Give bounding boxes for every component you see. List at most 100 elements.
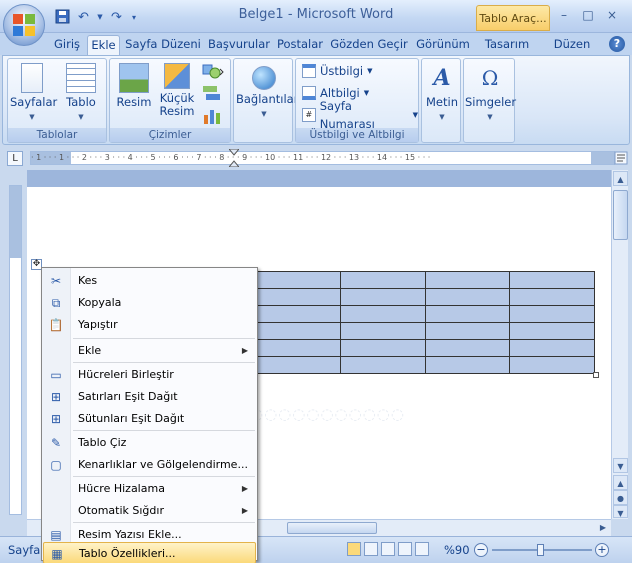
clipart-button[interactable]: Küçük Resim	[156, 63, 198, 118]
zoom-in-button[interactable]: +	[595, 543, 609, 557]
tab-tasarim[interactable]: Tasarım	[478, 35, 536, 55]
pages-icon	[21, 63, 43, 93]
tab-sayfa-duzeni[interactable]: Sayfa Düzeni	[123, 35, 203, 55]
scroll-down-icon[interactable]: ▼	[613, 458, 628, 473]
table-cell[interactable]	[424, 305, 511, 323]
table-cell[interactable]	[424, 271, 511, 289]
table-cell[interactable]	[339, 288, 426, 306]
draft-view-icon[interactable]	[415, 542, 429, 556]
table-cell[interactable]	[339, 339, 426, 357]
help-icon[interactable]: ?	[609, 36, 625, 52]
shapes-icon[interactable]	[202, 63, 226, 81]
scroll-right-icon[interactable]: ▶	[597, 522, 609, 534]
table-cell[interactable]	[509, 339, 595, 357]
table-cell[interactable]	[255, 305, 341, 323]
print-layout-view-icon[interactable]	[347, 542, 361, 556]
scroll-up-icon[interactable]: ▲	[613, 171, 628, 186]
pages-button-label: Sayfalar	[10, 95, 58, 109]
tab-duzen[interactable]: Düzen	[546, 35, 598, 55]
view-ruler-icon[interactable]	[614, 151, 628, 165]
menu-item[interactable]: ⊞ Satırları Eşit Dağıt	[43, 386, 256, 408]
links-button[interactable]: Bağlantılar ▼	[236, 63, 298, 121]
header-button[interactable]: Üstbilgi ▼	[302, 62, 373, 80]
table-row[interactable]	[255, 356, 595, 374]
zoom-out-button[interactable]: −	[474, 543, 488, 557]
table-row[interactable]	[255, 322, 595, 340]
table-cell[interactable]	[339, 271, 426, 289]
text-button[interactable]: A Metin ▼	[423, 63, 461, 124]
table-cell[interactable]	[255, 322, 341, 340]
smartart-icon[interactable]	[202, 85, 222, 103]
zoom-slider[interactable]: − +	[474, 542, 612, 558]
page-status-label[interactable]: Sayfa:	[8, 543, 44, 557]
ribbon: Sayfalar ▼ Tablo ▼ Tablolar Resim Küçük …	[2, 55, 630, 145]
table-cell[interactable]	[255, 288, 341, 306]
page-number-button[interactable]: # Sayfa Numarası ▼	[302, 99, 418, 131]
table-cell[interactable]	[339, 305, 426, 323]
table-resize-handle[interactable]	[593, 372, 599, 378]
menu-item[interactable]: ⧉ Kopyala	[43, 292, 256, 314]
menu-item[interactable]: Ekle ▶	[43, 340, 256, 362]
chart-icon[interactable]	[202, 107, 222, 125]
web-layout-view-icon[interactable]	[381, 542, 395, 556]
tab-postalar[interactable]: Postalar	[274, 35, 326, 55]
menu-item[interactable]: 📋 Yapıştır	[43, 314, 256, 336]
tab-selector-button[interactable]: L	[7, 151, 23, 166]
menu-item[interactable]: ▭ Hücreleri Birleştir	[43, 364, 256, 386]
browse-object-icon[interactable]: ●	[613, 490, 628, 505]
table-icon	[66, 63, 96, 93]
tab-ekle[interactable]: Ekle	[87, 35, 120, 55]
outline-view-icon[interactable]	[398, 542, 412, 556]
table-cell[interactable]	[255, 356, 341, 374]
table-row[interactable]	[255, 339, 595, 357]
minimize-button[interactable]: –	[557, 6, 571, 24]
table-cell[interactable]	[509, 288, 595, 306]
symbols-button[interactable]: Ω Simgeler ▼	[465, 63, 516, 124]
indent-marker-icon[interactable]	[227, 148, 241, 168]
tab-gozden-gecir[interactable]: Gözden Geçir	[328, 35, 410, 55]
menu-item[interactable]: Otomatik Sığdır ▶	[43, 500, 256, 522]
word-table[interactable]	[255, 271, 595, 374]
zoom-level[interactable]: %90	[444, 543, 470, 557]
previous-page-icon[interactable]: ▲	[613, 475, 628, 490]
table-cell[interactable]	[424, 322, 511, 340]
table-cell[interactable]	[424, 356, 511, 374]
tab-basvurular[interactable]: Başvurular	[204, 35, 274, 55]
horizontal-scroll-thumb[interactable]	[287, 522, 377, 534]
table-row[interactable]	[255, 305, 595, 323]
table-button[interactable]: Tablo ▼	[58, 63, 104, 124]
menu-item[interactable]: ⊞ Sütunları Eşit Dağıt	[43, 408, 256, 430]
menu-separator	[73, 338, 255, 339]
menu-item[interactable]: Hücre Hizalama ▶	[43, 478, 256, 500]
table-cell[interactable]	[509, 271, 595, 289]
table-row[interactable]	[255, 288, 595, 306]
vertical-scroll-thumb[interactable]	[613, 190, 628, 240]
table-cell[interactable]	[255, 339, 341, 357]
tab-gorunum[interactable]: Görünüm	[412, 35, 474, 55]
table-cell[interactable]	[339, 322, 426, 340]
table-cell[interactable]	[509, 305, 595, 323]
horizontal-ruler[interactable]: · 1 · · · 1 · · · 2 · · · 3 · · · 4 · · …	[30, 148, 615, 168]
table-cell[interactable]	[509, 356, 595, 374]
picture-button[interactable]: Resim	[114, 63, 154, 109]
vertical-scrollbar[interactable]: ▲ ▼ ▲ ● ▼	[611, 170, 628, 519]
table-cell[interactable]	[255, 271, 341, 289]
menu-item[interactable]: ✎ Tablo Çiz	[43, 432, 256, 454]
maximize-button[interactable]: □	[581, 6, 595, 24]
table-cell[interactable]	[424, 339, 511, 357]
office-button[interactable]	[3, 4, 45, 46]
next-page-icon[interactable]: ▼	[613, 505, 628, 518]
full-screen-reading-view-icon[interactable]	[364, 542, 378, 556]
vertical-ruler[interactable]	[9, 185, 22, 515]
menu-item[interactable]: ▢ Kenarlıklar ve Gölgelendirme...	[43, 454, 256, 476]
table-cell[interactable]	[424, 288, 511, 306]
table-cell[interactable]	[339, 356, 426, 374]
table-cell[interactable]	[509, 322, 595, 340]
menu-item[interactable]: ▦ Tablo Özellikleri...	[43, 542, 256, 563]
zoom-slider-thumb[interactable]	[536, 544, 544, 556]
menu-item[interactable]: ✂ Kes	[43, 270, 256, 292]
close-button[interactable]: ×	[605, 6, 619, 24]
tab-giris[interactable]: Giriş	[48, 35, 86, 55]
pages-button[interactable]: Sayfalar ▼	[10, 63, 58, 124]
table-row[interactable]	[255, 271, 595, 289]
